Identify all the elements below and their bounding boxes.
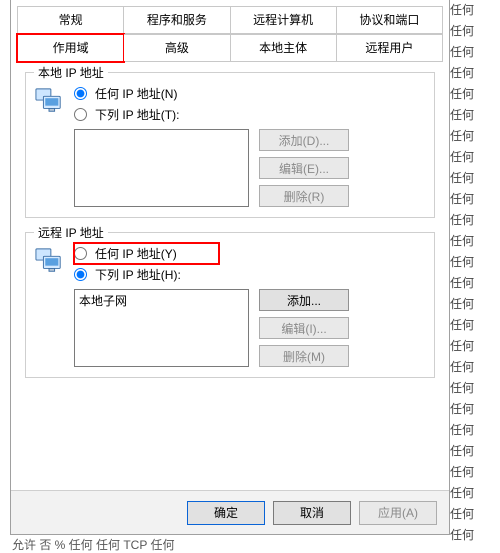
remote-delete-button[interactable]: 删除(M) xyxy=(259,345,349,367)
computer-icon xyxy=(34,243,68,278)
scope-panel: 本地 IP 地址 任何 IP 地址(N) xyxy=(11,62,449,378)
local-any-ip-radio-input[interactable] xyxy=(74,87,87,100)
tab-protocols[interactable]: 协议和端口 xyxy=(337,6,443,33)
tab-general[interactable]: 常规 xyxy=(17,6,124,33)
ok-button[interactable]: 确定 xyxy=(187,501,265,525)
remote-any-ip-radio-input[interactable] xyxy=(74,247,87,260)
local-these-ip-label: 下列 IP 地址(T): xyxy=(95,106,179,123)
local-any-ip-radio[interactable]: 任何 IP 地址(N) xyxy=(74,83,426,104)
local-delete-button[interactable]: 删除(R) xyxy=(259,185,349,207)
tab-remote-users[interactable]: 远程用户 xyxy=(337,34,443,61)
remote-these-ip-label: 下列 IP 地址(H): xyxy=(95,266,181,283)
local-these-ip-radio[interactable]: 下列 IP 地址(T): xyxy=(74,104,426,125)
remote-ip-listbox[interactable]: 本地子网 xyxy=(74,289,249,367)
local-add-button[interactable]: 添加(D)... xyxy=(259,129,349,151)
remote-add-button[interactable]: 添加... xyxy=(259,289,349,311)
tab-remote-computers[interactable]: 远程计算机 xyxy=(231,6,337,33)
properties-dialog: 常规 程序和服务 远程计算机 协议和端口 作用域 高级 本地主体 远程用户 本地… xyxy=(10,0,450,535)
remote-any-ip-radio[interactable]: 任何 IP 地址(Y) xyxy=(74,243,219,264)
tab-scope[interactable]: 作用域 xyxy=(17,34,124,62)
tab-programs[interactable]: 程序和服务 xyxy=(124,6,230,33)
local-these-ip-radio-input[interactable] xyxy=(74,108,87,121)
remote-these-ip-radio[interactable]: 下列 IP 地址(H): xyxy=(74,264,426,285)
tab-row-2: 作用域 高级 本地主体 远程用户 xyxy=(17,34,443,62)
background-text: 任何 任何 任何 任何 任何 任何 任何 任何 任何 任何 任何 任何 任何 任… xyxy=(450,0,474,546)
remote-edit-button[interactable]: 编辑(I)... xyxy=(259,317,349,339)
local-any-ip-label: 任何 IP 地址(N) xyxy=(95,85,177,102)
remote-ip-group: 远程 IP 地址 任何 IP 地址(Y) xyxy=(25,232,435,378)
list-item[interactable]: 本地子网 xyxy=(79,292,244,309)
remote-these-ip-radio-input[interactable] xyxy=(74,268,87,281)
tab-local-principals[interactable]: 本地主体 xyxy=(231,34,337,61)
tab-strip: 常规 程序和服务 远程计算机 协议和端口 作用域 高级 本地主体 远程用户 xyxy=(11,0,449,62)
computer-icon xyxy=(34,83,68,118)
local-ip-group: 本地 IP 地址 任何 IP 地址(N) xyxy=(25,72,435,218)
cancel-button[interactable]: 取消 xyxy=(273,501,351,525)
apply-button[interactable]: 应用(A) xyxy=(359,501,437,525)
remote-ip-title: 远程 IP 地址 xyxy=(34,224,108,241)
local-ip-listbox[interactable] xyxy=(74,129,249,207)
local-edit-button[interactable]: 编辑(E)... xyxy=(259,157,349,179)
remote-any-ip-label: 任何 IP 地址(Y) xyxy=(95,245,177,262)
tab-advanced[interactable]: 高级 xyxy=(124,34,230,61)
local-ip-title: 本地 IP 地址 xyxy=(34,64,108,81)
dialog-footer: 确定 取消 应用(A) xyxy=(11,490,449,534)
tab-row-1: 常规 程序和服务 远程计算机 协议和端口 xyxy=(17,6,443,34)
status-row-hint: 允许 否 % 任何 任何 TCP 任何 xyxy=(12,536,174,549)
